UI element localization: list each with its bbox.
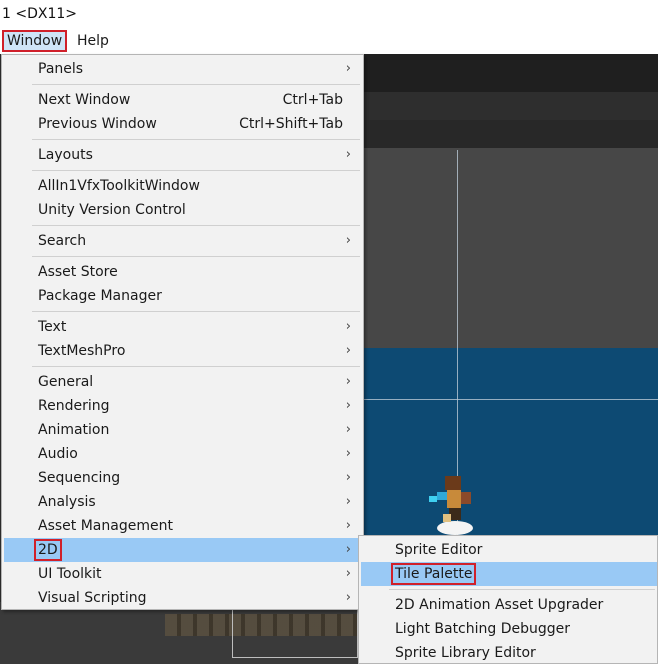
submenu-item-2d-animation-asset-upgrader[interactable]: 2D Animation Asset Upgrader — [361, 593, 657, 617]
chevron-right-icon: › — [345, 494, 351, 509]
annotation-box: 2D — [34, 539, 62, 561]
annotation-box: Tile Palette — [391, 563, 477, 585]
menu-item-asset-management[interactable]: Asset Management › — [4, 514, 361, 538]
menu-separator — [32, 84, 360, 85]
menu-item-package-manager[interactable]: Package Manager — [4, 284, 361, 308]
submenu-item-tile-palette[interactable]: Tile Palette — [361, 562, 657, 586]
menu-separator — [389, 589, 655, 590]
chevron-right-icon: › — [345, 542, 351, 557]
menu-item-sequencing[interactable]: Sequencing › — [4, 466, 361, 490]
menu-item-ui-toolkit[interactable]: UI Toolkit › — [4, 562, 361, 586]
submenu-2d: Sprite Editor Tile Palette 2D Animation … — [358, 535, 658, 664]
chevron-right-icon: › — [345, 446, 351, 461]
menu-item-panels[interactable]: Panels › — [4, 57, 361, 81]
menu-item-visual-scripting[interactable]: Visual Scripting › — [4, 586, 361, 610]
chevron-right-icon: › — [345, 590, 351, 605]
menu-separator — [32, 311, 360, 312]
menu-item-previous-window[interactable]: Previous Window Ctrl+Shift+Tab — [4, 112, 361, 136]
menu-item-search[interactable]: Search › — [4, 229, 361, 253]
chevron-right-icon: › — [345, 422, 351, 437]
chevron-right-icon: › — [345, 566, 351, 581]
camera-frame — [232, 602, 358, 658]
menu-help[interactable]: Help — [73, 30, 113, 52]
chevron-right-icon: › — [345, 319, 351, 334]
menu-item-layouts[interactable]: Layouts › — [4, 143, 361, 167]
scene-toolbar — [364, 120, 658, 148]
menu-separator — [32, 170, 360, 171]
menu-separator — [32, 225, 360, 226]
menu-item-audio[interactable]: Audio › — [4, 442, 361, 466]
editor-tabbar — [364, 92, 658, 120]
chevron-right-icon: › — [345, 398, 351, 413]
menu-item-2d[interactable]: 2D › — [4, 538, 361, 562]
editor-toolbar — [364, 54, 658, 92]
scene-axis-horizontal — [364, 399, 658, 400]
shortcut-text: Ctrl+Shift+Tab — [239, 116, 343, 132]
menu-separator — [32, 366, 360, 367]
chevron-right-icon: › — [345, 233, 351, 248]
chevron-right-icon: › — [345, 470, 351, 485]
menu-bar: Window Help — [0, 28, 658, 54]
window-title: 1 <DX11> — [2, 6, 78, 22]
shortcut-text: Ctrl+Tab — [282, 92, 343, 108]
menu-separator — [32, 256, 360, 257]
chevron-right-icon: › — [345, 518, 351, 533]
chevron-right-icon: › — [345, 61, 351, 76]
menu-item-rendering[interactable]: Rendering › — [4, 394, 361, 418]
character-sprite — [429, 476, 473, 535]
chevron-right-icon: › — [345, 343, 351, 358]
menu-separator — [32, 139, 360, 140]
menu-item-text[interactable]: Text › — [4, 315, 361, 339]
chevron-right-icon: › — [345, 147, 351, 162]
menu-item-textmeshpro[interactable]: TextMeshPro › — [4, 339, 361, 363]
menu-item-asset-store[interactable]: Asset Store — [4, 260, 361, 284]
submenu-item-sprite-editor[interactable]: Sprite Editor — [361, 538, 657, 562]
submenu-item-light-batching-debugger[interactable]: Light Batching Debugger — [361, 617, 657, 641]
submenu-item-sprite-library-editor[interactable]: Sprite Library Editor — [361, 641, 657, 665]
menu-window[interactable]: Window — [2, 30, 67, 52]
menu-item-unity-version-control[interactable]: Unity Version Control — [4, 198, 361, 222]
menu-item-general[interactable]: General › — [4, 370, 361, 394]
menu-item-next-window[interactable]: Next Window Ctrl+Tab — [4, 88, 361, 112]
menu-item-animation[interactable]: Animation › — [4, 418, 361, 442]
window-menu-dropdown: Panels › Next Window Ctrl+Tab Previous W… — [1, 54, 364, 610]
menu-item-analysis[interactable]: Analysis › — [4, 490, 361, 514]
title-bar: 1 <DX11> — [0, 0, 658, 28]
scene-view-gray[interactable] — [364, 148, 658, 348]
menu-item-allin1vfx[interactable]: AllIn1VfxToolkitWindow — [4, 174, 361, 198]
chevron-right-icon: › — [345, 374, 351, 389]
